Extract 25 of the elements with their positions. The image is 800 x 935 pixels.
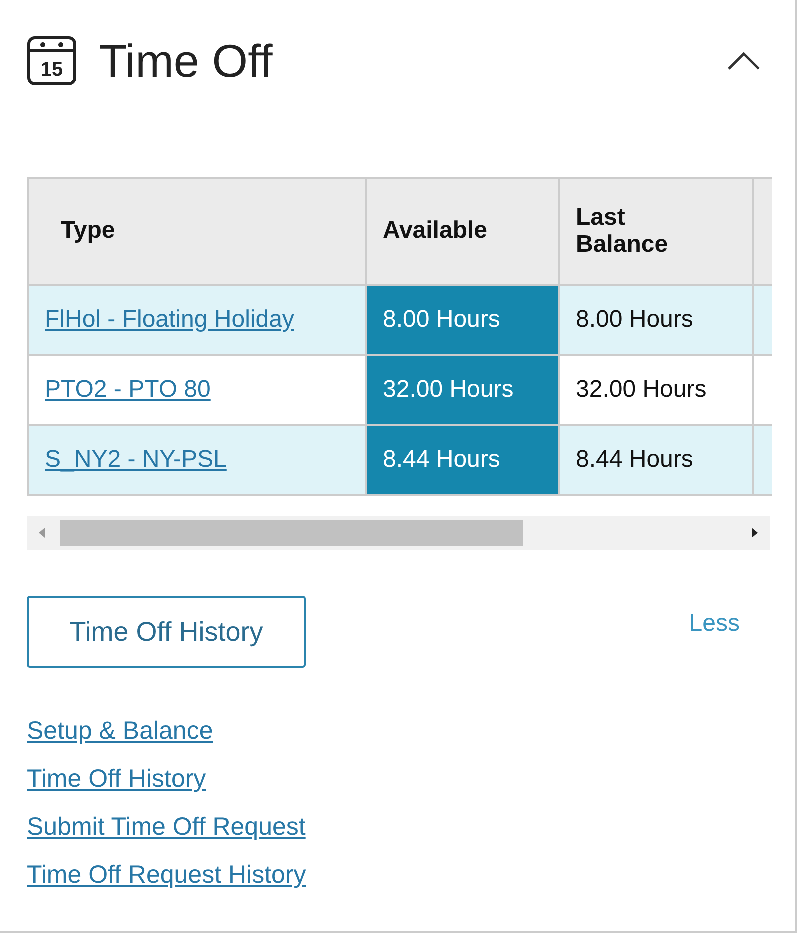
table-cell: 8.00 Hours — [559, 285, 753, 355]
menu-link[interactable]: Submit Time Off Request — [27, 810, 306, 844]
table-cell: 32.00 Hours — [366, 355, 559, 425]
chevron-up-icon — [727, 51, 761, 71]
table-cell: 8.44 Hours — [366, 425, 559, 495]
table-cell: 8.44 Hours — [559, 425, 753, 495]
menu-link[interactable]: Setup & Balance — [27, 714, 214, 748]
type-link[interactable]: FlHol - Floating Holiday — [45, 306, 294, 333]
column-header: Type — [29, 178, 366, 285]
menu-link[interactable]: Time Off History — [27, 762, 206, 796]
scrollbar-thumb[interactable] — [60, 520, 523, 546]
horizontal-scrollbar[interactable] — [27, 516, 770, 550]
table-cell: 8.00 Hours — [366, 285, 559, 355]
type-link[interactable]: S_NY2 - NY-PSL — [45, 446, 227, 473]
panel-title: Time Off — [99, 34, 273, 88]
scroll-left-icon[interactable] — [37, 527, 47, 539]
history-button[interactable]: Time Off History — [27, 596, 306, 668]
calendar-icon: 15 — [27, 36, 77, 86]
table-cell: 32.00 Hours — [559, 355, 753, 425]
scroll-right-icon[interactable] — [750, 527, 760, 539]
less-link[interactable]: Less — [689, 610, 740, 638]
menu-link[interactable]: Time Off Request History — [27, 858, 306, 892]
column-header: Available — [366, 178, 559, 285]
type-link[interactable]: PTO2 - PTO 80 — [45, 376, 211, 403]
column-header: Last Balance — [559, 178, 753, 285]
